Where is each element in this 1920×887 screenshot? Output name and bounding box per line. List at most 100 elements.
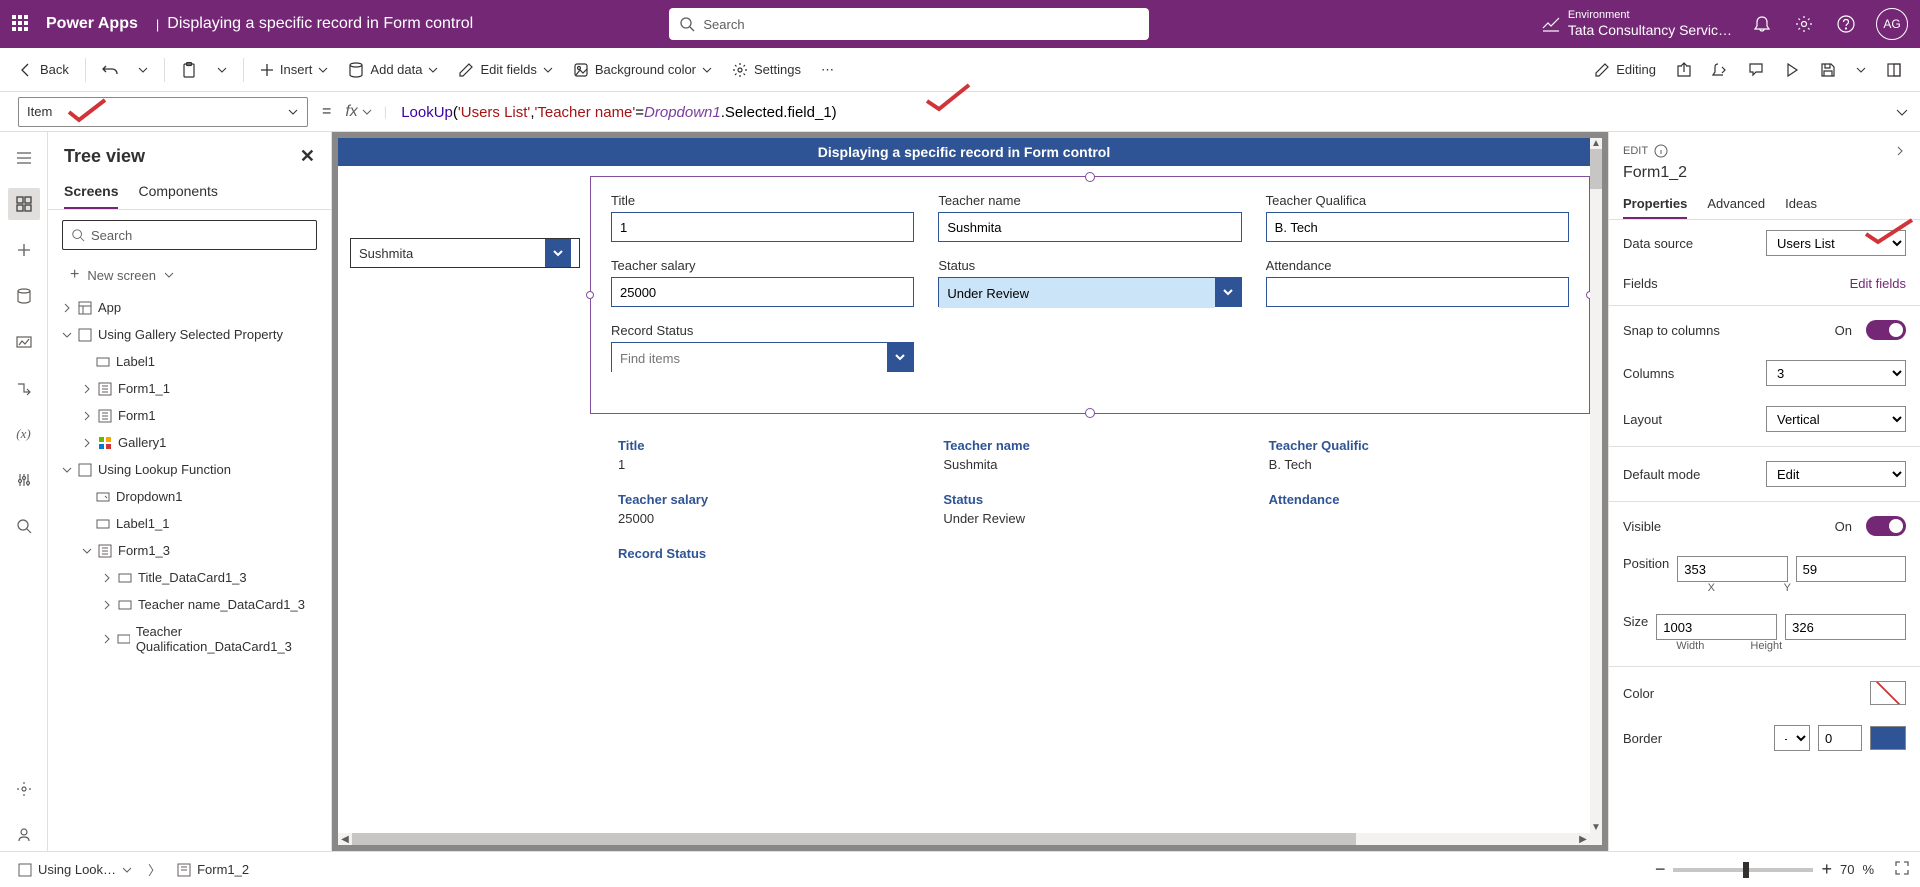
pos-x-input[interactable] — [1677, 556, 1787, 582]
more-button[interactable]: ⋯ — [813, 56, 842, 84]
breadcrumb-screen[interactable]: Using Look… — [10, 858, 140, 881]
help-icon[interactable] — [1834, 15, 1858, 33]
edit-fields-link[interactable]: Edit fields — [1850, 276, 1906, 291]
tree-node[interactable]: Label1_1 — [48, 510, 331, 537]
columns-select[interactable]: 3 — [1766, 360, 1906, 386]
prop-label: Snap to columns — [1623, 323, 1827, 338]
zoom-slider[interactable] — [1673, 868, 1813, 872]
zoom-in-button[interactable]: + — [1821, 859, 1832, 880]
tab-properties[interactable]: Properties — [1623, 190, 1687, 219]
tree-node-screen[interactable]: Using Gallery Selected Property — [48, 321, 331, 348]
border-width-input[interactable] — [1818, 725, 1862, 751]
rail-flows[interactable] — [8, 372, 40, 404]
app-canvas[interactable]: Displaying a specific record in Form con… — [338, 138, 1590, 833]
tree-node[interactable]: Form1_1 — [48, 375, 331, 402]
title-input[interactable] — [611, 212, 914, 242]
horizontal-scrollbar[interactable]: ◀ ▶ — [338, 833, 1590, 845]
edit-fields-button[interactable]: Edit fields — [450, 56, 560, 84]
info-icon[interactable] — [1654, 144, 1668, 158]
undo-button[interactable] — [94, 56, 126, 84]
new-screen-button[interactable]: + New screen — [48, 260, 331, 290]
app-launcher-icon[interactable] — [12, 15, 30, 33]
environment-picker[interactable]: Environment Tata Consultancy Servic… — [1542, 9, 1732, 39]
tree-node-screen[interactable]: Using Lookup Function — [48, 456, 331, 483]
color-picker[interactable] — [1870, 681, 1906, 705]
notifications-icon[interactable] — [1750, 15, 1774, 33]
tree-node[interactable]: Form1_3 — [48, 537, 331, 564]
publish-button[interactable] — [1878, 56, 1910, 84]
back-button[interactable]: Back — [10, 56, 77, 84]
rail-settings-bottom[interactable] — [8, 773, 40, 805]
rail-tools[interactable] — [8, 464, 40, 496]
paste-dropdown[interactable] — [209, 59, 235, 81]
rail-search[interactable] — [8, 510, 40, 542]
property-selector[interactable]: Item — [18, 97, 308, 127]
salary-input[interactable] — [611, 277, 914, 307]
default-mode-select[interactable]: Edit — [1766, 461, 1906, 487]
editing-mode[interactable]: Editing — [1586, 56, 1664, 84]
play-button[interactable] — [1776, 56, 1808, 84]
tab-components[interactable]: Components — [138, 175, 217, 209]
user-avatar[interactable]: AG — [1876, 8, 1908, 40]
field-label: Record Status — [611, 323, 914, 338]
tree-node[interactable]: Dropdown1 — [48, 483, 331, 510]
rail-ask-bottom[interactable] — [8, 819, 40, 851]
paste-button[interactable] — [173, 56, 205, 84]
form-control-selected[interactable]: Title Teacher name Teacher Qualifica — [590, 176, 1590, 414]
layout-select[interactable]: Vertical — [1766, 406, 1906, 432]
rail-insert[interactable] — [8, 234, 40, 266]
tree-node[interactable]: Gallery1 — [48, 429, 331, 456]
teacher-name-input[interactable] — [938, 212, 1241, 242]
tree-node[interactable]: Label1 — [48, 348, 331, 375]
visible-toggle[interactable] — [1866, 516, 1906, 536]
height-input[interactable] — [1785, 614, 1906, 640]
snap-toggle[interactable] — [1866, 320, 1906, 340]
undo-dropdown[interactable] — [130, 59, 156, 81]
breadcrumb-control[interactable]: Form1_2 — [169, 858, 257, 881]
fx-label[interactable]: fx — [345, 103, 371, 121]
settings-icon[interactable] — [1792, 15, 1816, 33]
rail-media[interactable] — [8, 326, 40, 358]
rail-hamburger[interactable] — [8, 142, 40, 174]
formula-expand[interactable] — [1884, 105, 1920, 119]
attendance-input[interactable] — [1266, 277, 1569, 307]
formula-bar[interactable]: LookUp('Users List','Teacher name'=Dropd… — [395, 103, 1884, 121]
save-dropdown[interactable] — [1848, 59, 1874, 81]
tree-node-app[interactable]: App — [48, 294, 331, 321]
close-tree-icon[interactable]: ✕ — [300, 146, 315, 167]
tab-screens[interactable]: Screens — [64, 175, 118, 209]
rail-data[interactable] — [8, 280, 40, 312]
border-style-select[interactable]: — — [1774, 725, 1810, 751]
checker-button[interactable] — [1704, 56, 1736, 84]
settings-button[interactable]: Settings — [724, 56, 809, 84]
chevron-right-icon[interactable] — [1894, 145, 1906, 157]
tree-node[interactable]: Teacher Qualification_DataCard1_3 — [48, 618, 331, 660]
display-form[interactable]: Title1 Teacher nameSushmita Teacher Qual… — [618, 438, 1570, 561]
tab-advanced[interactable]: Advanced — [1707, 190, 1765, 219]
tree-node[interactable]: Teacher name_DataCard1_3 — [48, 591, 331, 618]
qualification-input[interactable] — [1266, 212, 1569, 242]
bg-color-button[interactable]: Background color — [565, 56, 720, 84]
tree-search[interactable]: Search — [62, 220, 317, 250]
insert-button[interactable]: Insert — [252, 56, 337, 83]
fit-button[interactable] — [1894, 860, 1910, 879]
share-button[interactable] — [1668, 56, 1700, 84]
rail-tree-view[interactable] — [8, 188, 40, 220]
pos-y-input[interactable] — [1796, 556, 1906, 582]
add-data-button[interactable]: Add data — [340, 56, 446, 84]
vertical-scrollbar[interactable]: ▲ ▼ — [1590, 138, 1602, 833]
save-button[interactable] — [1812, 56, 1844, 84]
tab-ideas[interactable]: Ideas — [1785, 190, 1817, 219]
border-color-picker[interactable] — [1870, 726, 1906, 750]
tree-node[interactable]: Form1 — [48, 402, 331, 429]
record-status-combo[interactable] — [611, 342, 914, 372]
rail-variables[interactable]: (x) — [8, 418, 40, 450]
dropdown-control[interactable]: Sushmita — [350, 238, 580, 268]
comments-button[interactable] — [1740, 56, 1772, 84]
resize-handle[interactable] — [586, 291, 594, 299]
zoom-out-button[interactable]: − — [1655, 859, 1666, 880]
tree-node[interactable]: Title_DataCard1_3 — [48, 564, 331, 591]
width-input[interactable] — [1656, 614, 1777, 640]
global-search[interactable]: Search — [669, 8, 1149, 40]
status-combo[interactable] — [938, 277, 1241, 307]
